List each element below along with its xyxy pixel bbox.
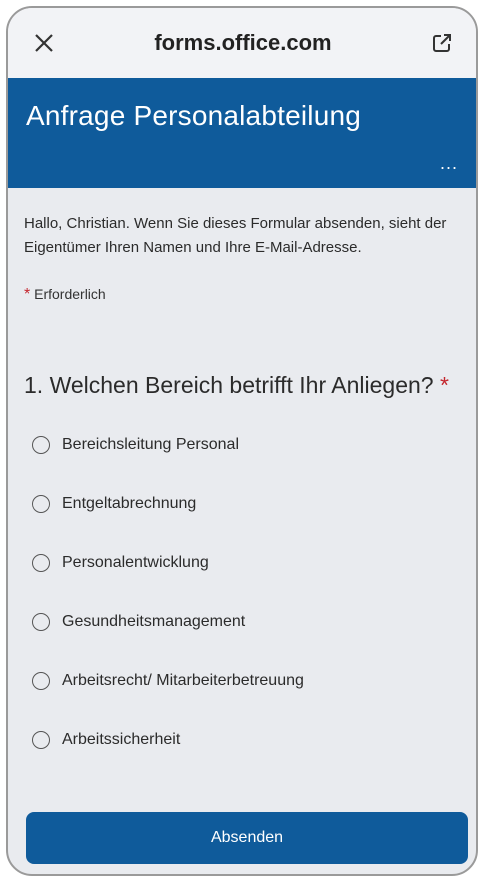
close-icon — [35, 34, 53, 52]
radio-option-label: Entgeltabrechnung — [62, 494, 197, 512]
radio-button[interactable] — [32, 612, 50, 631]
radio-option[interactable]: Gesundheitsmanagement — [24, 592, 460, 651]
radio-option[interactable]: Personalentwicklung — [24, 533, 460, 592]
required-note: * Erforderlich — [24, 286, 460, 304]
question-text: 1. Welchen Bereich betrifft Ihr Anliegen… — [24, 372, 434, 398]
radio-group: Bereichsleitung Personal Entgeltabrechnu… — [24, 415, 460, 769]
more-options-button[interactable]: ... — [440, 153, 458, 174]
form-title: Anfrage Personalabteilung — [26, 100, 362, 131]
radio-button[interactable] — [32, 494, 50, 513]
radio-option-label: Arbeitsrecht/ Mitarbeiterbetreuung — [62, 671, 304, 689]
radio-option[interactable]: Arbeitssicherheit — [24, 710, 460, 769]
radio-option[interactable]: Entgeltabrechnung — [24, 474, 460, 533]
open-external-icon — [432, 34, 451, 52]
required-label: Erforderlich — [34, 286, 106, 302]
radio-button[interactable] — [32, 671, 50, 690]
required-star: * — [24, 286, 31, 303]
radio-option[interactable]: Arbeitsrecht/ Mitarbeiterbetreuung — [24, 651, 460, 710]
question-title: 1. Welchen Bereich betrifft Ihr Anliegen… — [24, 372, 460, 399]
question-required-star: * — [439, 372, 449, 398]
form-content: Hallo, Christian. Wenn Sie dieses Formul… — [8, 188, 476, 769]
radio-option-label: Bereichsleitung Personal — [62, 435, 239, 453]
browser-bar: forms.office.com — [8, 8, 476, 78]
radio-option-label: Personalentwicklung — [62, 553, 209, 571]
radio-button[interactable] — [32, 553, 50, 572]
phone-frame: forms.office.com Anfrage Personalabteilu… — [6, 6, 478, 876]
form-header: Anfrage Personalabteilung ... — [8, 78, 476, 188]
radio-option-label: Gesundheitsmanagement — [62, 612, 246, 630]
submit-button[interactable]: Absenden — [26, 812, 468, 864]
radio-option-label: Arbeitssicherheit — [62, 730, 181, 748]
radio-button[interactable] — [32, 730, 50, 749]
form-intro: Hallo, Christian. Wenn Sie dieses Formul… — [24, 215, 447, 256]
browser-url: forms.office.com — [154, 30, 332, 55]
radio-option[interactable]: Bereichsleitung Personal — [24, 415, 460, 474]
open-external-button[interactable] — [426, 27, 458, 59]
close-button[interactable] — [28, 27, 60, 59]
radio-button[interactable] — [32, 435, 50, 454]
